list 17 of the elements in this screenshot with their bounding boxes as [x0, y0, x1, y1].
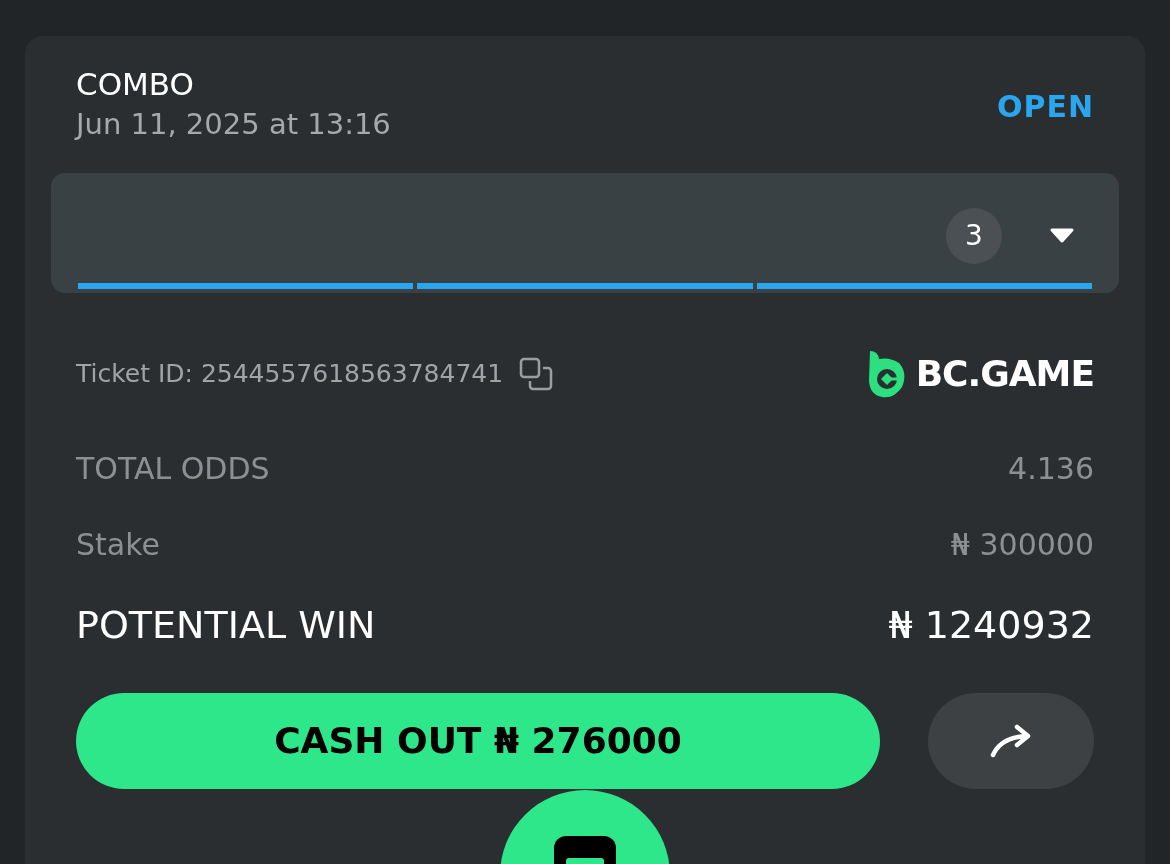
bet-type: COMBO	[76, 66, 195, 104]
summary-value: ₦ 1240932	[888, 602, 1094, 650]
copy-icon[interactable]	[519, 356, 554, 391]
summary-value: 4.136	[1008, 450, 1094, 489]
dropdown-arrow-icon[interactable]	[1050, 227, 1074, 244]
legs-panel[interactable]: 3	[51, 172, 1119, 293]
cash-out-button[interactable]: CASH OUT ₦ 276000	[76, 692, 880, 789]
summary-label: TOTAL ODDS	[76, 450, 270, 489]
summary-label: POTENTIAL WIN	[76, 602, 376, 650]
brand-name: BC.GAME	[915, 351, 1094, 396]
summary-value: ₦ 300000	[950, 526, 1094, 565]
leg-count-badge: 3	[946, 207, 1002, 264]
bet-status: OPEN	[996, 87, 1094, 126]
betslip-icon	[552, 834, 618, 864]
bet-date: Jun 11, 2025 at 13:16	[76, 106, 391, 144]
summary-label: Stake	[76, 526, 160, 565]
ticket-id: Ticket ID: 2544557618563784741	[76, 357, 504, 390]
